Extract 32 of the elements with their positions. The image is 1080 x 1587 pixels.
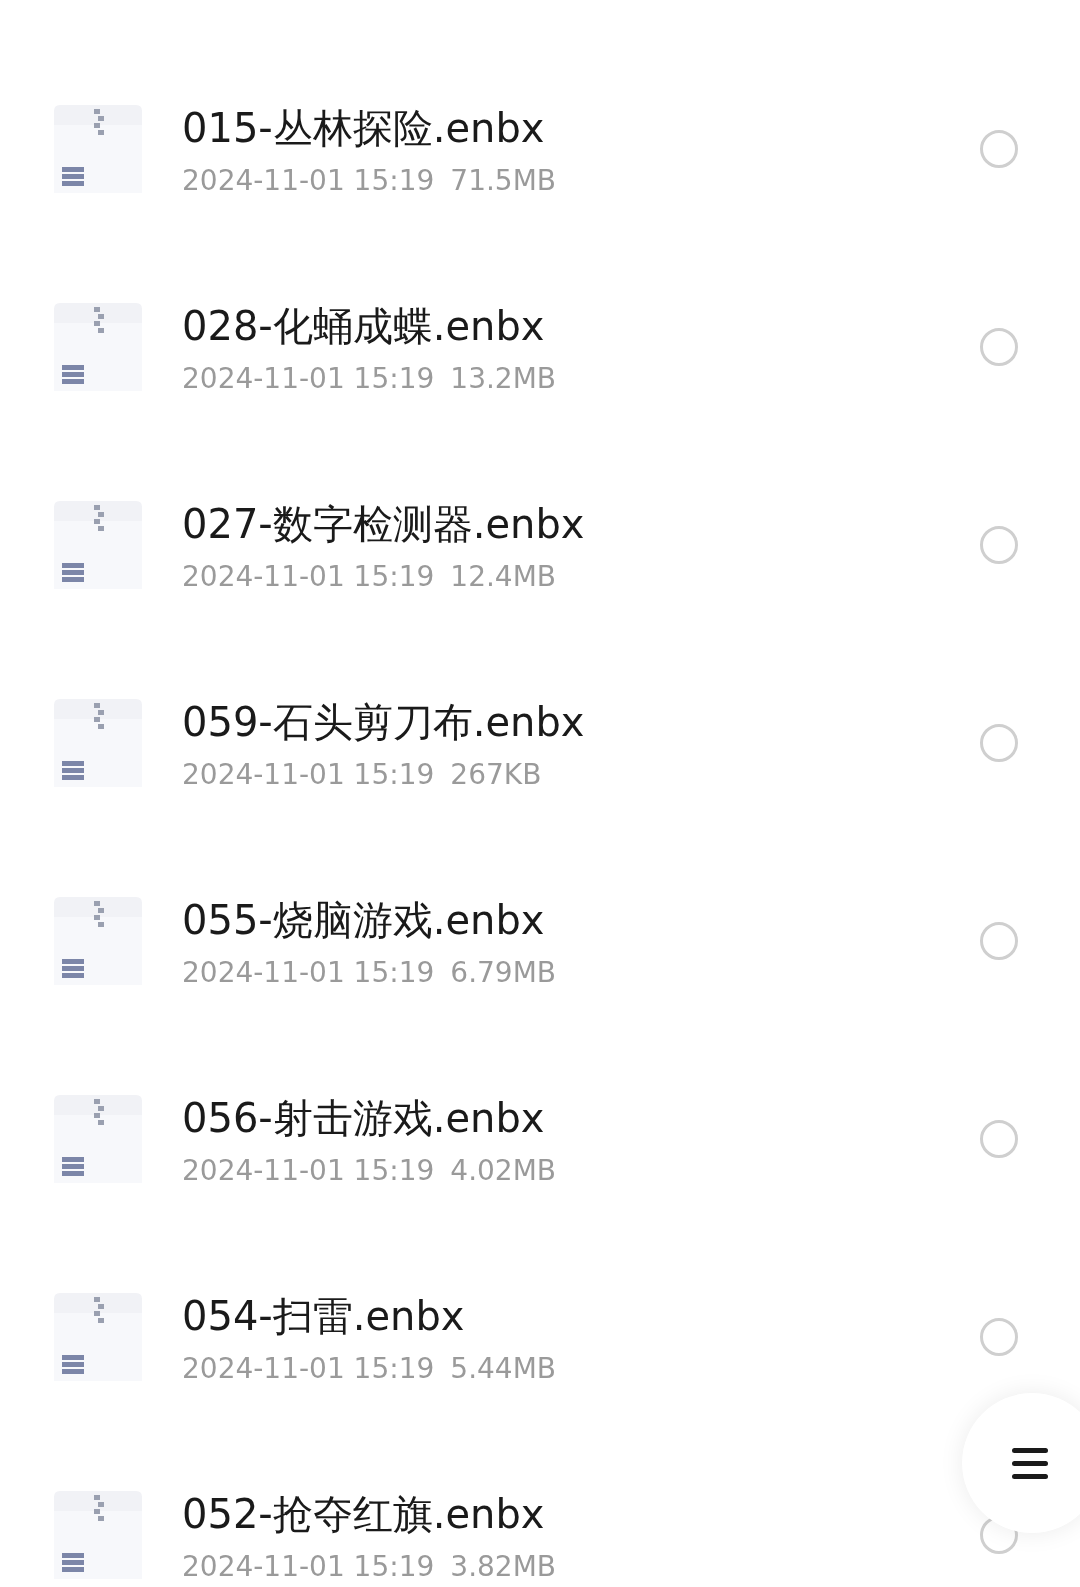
file-size: 3.82MB	[450, 1549, 557, 1583]
file-name: 052-抢夺红旗.enbx	[182, 1489, 546, 1539]
file-date: 2024-11-01 15:19	[182, 1351, 435, 1385]
select-radio[interactable]	[980, 922, 1018, 960]
select-radio[interactable]	[980, 724, 1018, 762]
file-date: 2024-11-01 15:19	[182, 757, 435, 791]
select-radio[interactable]	[980, 1318, 1018, 1356]
file-date: 2024-11-01 15:19	[182, 1153, 435, 1187]
menu-icon	[1012, 1445, 1048, 1481]
select-radio[interactable]	[980, 1120, 1018, 1158]
file-name: 059-石头剪刀布.enbx	[182, 697, 586, 747]
file-date: 2024-11-01 15:19	[182, 559, 435, 593]
file-date: 2024-11-01 15:19	[182, 1549, 435, 1583]
file-name: 028-化蛹成蝶.enbx	[182, 301, 546, 351]
file-date: 2024-11-01 15:19	[182, 955, 435, 989]
file-size: 6.79MB	[450, 955, 557, 989]
file-date: 2024-11-01 15:19	[182, 361, 435, 395]
select-radio[interactable]	[980, 130, 1018, 168]
file-size: 12.4MB	[450, 559, 557, 593]
file-name: 027-数字检测器.enbx	[182, 499, 586, 549]
file-name: 015-丛林探险.enbx	[182, 103, 546, 153]
select-radio[interactable]	[980, 526, 1018, 564]
file-size: 267KB	[450, 757, 542, 791]
file-size: 4.02MB	[450, 1153, 557, 1187]
file-name: 056-射击游戏.enbx	[182, 1093, 546, 1143]
file-date: 2024-11-01 15:19	[182, 163, 435, 197]
file-name: 055-烧脑游戏.enbx	[182, 895, 546, 945]
select-radio[interactable]	[980, 328, 1018, 366]
file-size: 71.5MB	[450, 163, 557, 197]
file-size: 13.2MB	[450, 361, 557, 395]
file-name: 054-扫雷.enbx	[182, 1291, 466, 1341]
file-size: 5.44MB	[450, 1351, 557, 1385]
